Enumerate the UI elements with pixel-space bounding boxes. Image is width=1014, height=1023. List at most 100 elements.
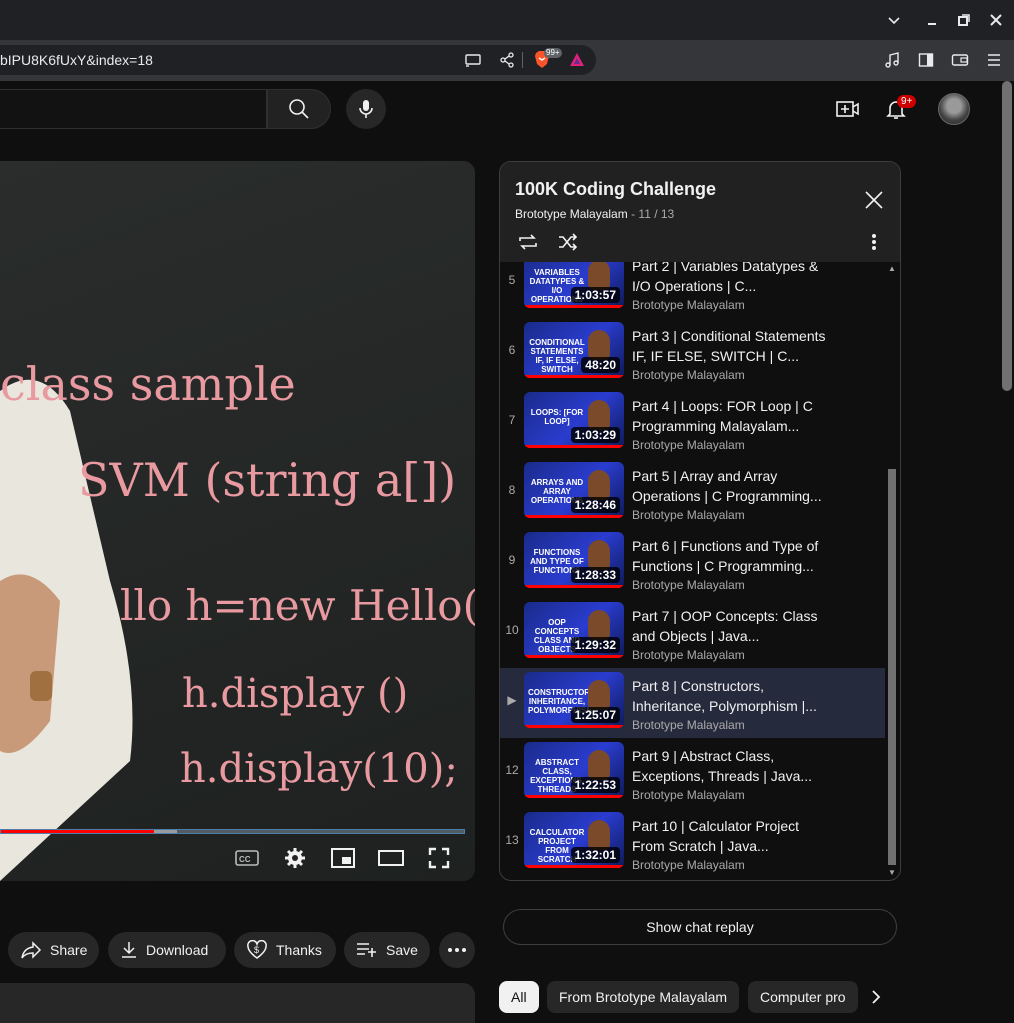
- more-options-icon[interactable]: [864, 231, 884, 253]
- share-button[interactable]: Share: [8, 932, 99, 968]
- duration-badge: 1:29:32: [570, 637, 620, 653]
- playlist-item-channel[interactable]: Brototype Malayalam: [632, 298, 745, 312]
- playlist-header: 100K Coding Challenge Brototype Malayala…: [500, 162, 900, 262]
- thanks-button[interactable]: $ Thanks: [234, 932, 336, 968]
- playlist-item-title[interactable]: Part 5 | Array and Array Operations | C …: [632, 466, 832, 506]
- theater-mode-icon[interactable]: [378, 845, 404, 871]
- chip-from-channel[interactable]: From Brototype Malayalam: [547, 981, 740, 1013]
- duration-badge: 1:03:57: [570, 287, 620, 303]
- playlist-item[interactable]: 10 OOP CONCEPTS CLASS AND OBJECTS 1:29:32 P…: [500, 598, 885, 668]
- more-actions-button[interactable]: [439, 932, 475, 968]
- playlist-item-index: 13: [505, 833, 519, 847]
- video-thumbnail[interactable]: OOP CONCEPTS CLASS AND OBJECTS 1:29:32: [524, 602, 624, 658]
- playlist-item-channel[interactable]: Brototype Malayalam: [632, 648, 745, 662]
- description-box[interactable]: [0, 983, 475, 1023]
- address-bar[interactable]: bIPU8K6fUxY&index=18 99+: [0, 45, 596, 75]
- voice-search-button[interactable]: [346, 89, 386, 129]
- chevron-down-icon[interactable]: [882, 8, 906, 32]
- playlist-item-title[interactable]: Part 9 | Abstract Class, Exceptions, Thr…: [632, 746, 832, 786]
- playlist-item-channel[interactable]: Brototype Malayalam: [632, 508, 745, 522]
- brave-rewards-icon[interactable]: [567, 50, 587, 70]
- save-playlist-add-icon: [356, 942, 378, 958]
- cc-icon[interactable]: CC: [234, 845, 260, 871]
- video-progress-bar[interactable]: [0, 829, 465, 834]
- video-thumbnail[interactable]: FUNCTIONS AND TYPE OF FUNCTIONS 1:28:33: [524, 532, 624, 588]
- download-button[interactable]: Download: [108, 932, 226, 968]
- chip-computer-programming[interactable]: Computer pro: [748, 981, 858, 1013]
- scroll-up-arrow-icon[interactable]: ▲: [888, 264, 896, 274]
- chip-all[interactable]: All: [499, 981, 539, 1013]
- restore-icon[interactable]: [952, 8, 976, 32]
- media-music-icon[interactable]: [882, 50, 902, 70]
- search-button[interactable]: [267, 89, 331, 129]
- url-text[interactable]: bIPU8K6fUxY&index=18: [0, 52, 153, 68]
- fullscreen-icon[interactable]: [426, 845, 452, 871]
- shuffle-icon[interactable]: [556, 231, 580, 253]
- playlist-item-channel[interactable]: Brototype Malayalam: [632, 578, 745, 592]
- video-thumbnail[interactable]: ABSTRACT CLASS, EXCEPTIONS, THREADS 1:22:…: [524, 742, 624, 798]
- playlist-item[interactable]: 6 CONDITIONAL STATEMENTS IF, IF ELSE, SWI…: [500, 318, 885, 388]
- playlist-item-channel[interactable]: Brototype Malayalam: [632, 718, 745, 732]
- download-label: Download: [146, 942, 209, 958]
- settings-icon[interactable]: [282, 845, 308, 871]
- playlist-item-title[interactable]: Part 4 | Loops: FOR Loop | C Programming…: [632, 396, 832, 436]
- playlist-scrollbar[interactable]: [888, 469, 896, 865]
- chalk-line-1: class sample: [0, 357, 296, 411]
- presenter-face: [588, 680, 610, 710]
- scroll-down-arrow-icon[interactable]: ▼: [888, 868, 896, 878]
- playlist-item-title[interactable]: Part 10 | Calculator Project From Scratc…: [632, 816, 832, 856]
- playlist-item[interactable]: 13 CALCULATOR PROJECT FROM SCRATCH 1:32:01…: [500, 808, 885, 878]
- video-thumbnail[interactable]: LOOPS: [FOR LOOP] 1:03:29: [524, 392, 624, 448]
- miniplayer-icon[interactable]: [330, 845, 356, 871]
- playlist-channel[interactable]: Brototype Malayalam: [515, 207, 628, 221]
- playlist-item-title[interactable]: Part 8 | Constructors, Inheritance, Poly…: [632, 676, 832, 716]
- close-playlist-icon[interactable]: [862, 188, 886, 212]
- video-frame: class sample SVM (string a[]) llo h=new …: [0, 161, 475, 881]
- loop-icon[interactable]: [516, 231, 540, 253]
- show-chat-replay-button[interactable]: Show chat replay: [503, 909, 897, 945]
- avatar[interactable]: [938, 93, 970, 125]
- playlist-item[interactable]: 9 FUNCTIONS AND TYPE OF FUNCTIONS 1:28:33 P…: [500, 528, 885, 598]
- playlist-item-channel[interactable]: Brototype Malayalam: [632, 368, 745, 382]
- share-icon[interactable]: [497, 50, 517, 70]
- playlist-subtitle: Brototype Malayalam - 11 / 13: [515, 207, 675, 221]
- video-thumbnail[interactable]: CONSTRUCTORS, INHERITANCE, POLYMORPHISM 1…: [524, 672, 624, 728]
- chevron-right-icon[interactable]: [866, 987, 886, 1007]
- video-thumbnail[interactable]: ARRAYS AND ARRAY OPERATIONS 1:28:46: [524, 462, 624, 518]
- sidebar-icon[interactable]: [916, 50, 936, 70]
- playlist-item-title[interactable]: Part 6 | Functions and Type of Functions…: [632, 536, 832, 576]
- playlist-item-title[interactable]: Part 7 | OOP Concepts: Class and Objects…: [632, 606, 832, 646]
- playlist-item-title[interactable]: Part 2 | Variables Datatypes & I/O Opera…: [632, 256, 832, 296]
- svg-text:CC: CC: [239, 855, 251, 864]
- close-window-icon[interactable]: [984, 8, 1008, 32]
- playlist-item[interactable]: 7 LOOPS: [FOR LOOP] 1:03:29 Part 4 | Loops:…: [500, 388, 885, 458]
- video-thumbnail[interactable]: CONDITIONAL STATEMENTS IF, IF ELSE, SWIT…: [524, 322, 624, 378]
- thumbnail-text: CONDITIONAL STATEMENTS IF, IF ELSE, SWIT…: [529, 338, 585, 374]
- playlist-item-channel[interactable]: Brototype Malayalam: [632, 438, 745, 452]
- microphone-icon: [359, 100, 373, 118]
- save-button[interactable]: Save: [344, 932, 430, 968]
- playlist-item-channel[interactable]: Brototype Malayalam: [632, 858, 745, 872]
- video-player[interactable]: class sample SVM (string a[]) llo h=new …: [0, 161, 475, 881]
- wallet-icon[interactable]: [950, 50, 970, 70]
- save-label: Save: [386, 942, 418, 958]
- playlist-item[interactable]: 8 ARRAYS AND ARRAY OPERATIONS 1:28:46 Part …: [500, 458, 885, 528]
- progress-buffered: [153, 830, 177, 833]
- playlist-item[interactable]: 12 ABSTRACT CLASS, EXCEPTIONS, THREADS 1:2…: [500, 738, 885, 808]
- search-input[interactable]: [0, 89, 267, 129]
- watched-progress: [524, 865, 624, 868]
- duration-badge: 48:20: [581, 357, 620, 373]
- presenter-face: [588, 820, 610, 850]
- menu-icon[interactable]: [984, 50, 1004, 70]
- create-video-icon[interactable]: [836, 98, 860, 120]
- playlist-title[interactable]: 100K Coding Challenge: [515, 179, 716, 200]
- page-scrollbar[interactable]: [1002, 81, 1012, 391]
- playlist-item[interactable]: ▶ CONSTRUCTORS, INHERITANCE, POLYMORPHISM…: [500, 668, 885, 738]
- playlist-item-title[interactable]: Part 3 | Conditional Statements IF, IF E…: [632, 326, 832, 366]
- search-icon: [289, 99, 309, 119]
- progress-played: [1, 830, 154, 833]
- playlist-item-channel[interactable]: Brototype Malayalam: [632, 788, 745, 802]
- cast-icon[interactable]: [463, 50, 483, 70]
- minimize-icon[interactable]: [920, 8, 944, 32]
- video-thumbnail[interactable]: CALCULATOR PROJECT FROM SCRATCH 1:32:01: [524, 812, 624, 868]
